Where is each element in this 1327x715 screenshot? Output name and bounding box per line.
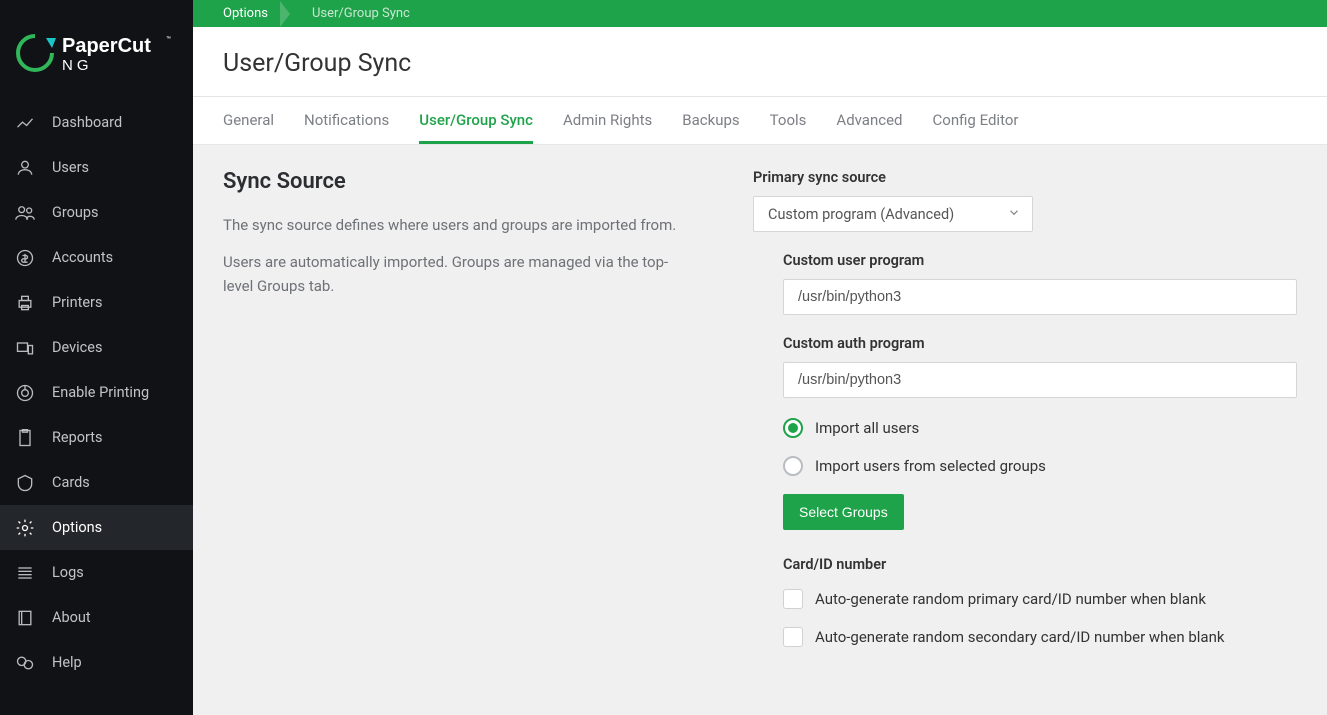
enable-printing-icon (12, 383, 38, 403)
tab-general[interactable]: General (223, 97, 274, 144)
svg-text:PaperCut: PaperCut (62, 35, 151, 57)
groups-icon (12, 203, 38, 223)
main-area: Options User/Group Sync User/Group Sync … (193, 0, 1327, 715)
brand-logo: PaperCut ™ NG (0, 0, 193, 100)
content-scroll[interactable]: Sync Source The sync source defines wher… (193, 145, 1327, 715)
sidebar-item-label: Help (52, 654, 82, 671)
sidebar-item-label: About (52, 609, 91, 626)
page-header: User/Group Sync (193, 27, 1327, 97)
custom-auth-program-label: Custom auth program (783, 335, 1297, 352)
sidebar-item-printers[interactable]: Printers (0, 280, 193, 325)
reports-icon (12, 428, 38, 448)
radio-icon (783, 418, 803, 438)
sidebar-item-options[interactable]: Options (0, 505, 193, 550)
tabbar: General Notifications User/Group Sync Ad… (193, 97, 1327, 145)
primary-sync-source-value: Custom program (Advanced) (768, 206, 954, 223)
tab-admin-rights[interactable]: Admin Rights (563, 97, 652, 144)
tab-notifications[interactable]: Notifications (304, 97, 389, 144)
sidebar-item-label: Dashboard (52, 114, 122, 131)
help-icon (12, 653, 38, 673)
card-id-heading: Card/ID number (783, 556, 1297, 573)
svg-text:NG: NG (62, 57, 93, 74)
checkbox-auto-secondary-label: Auto-generate random secondary card/ID n… (815, 628, 1224, 646)
checkbox-auto-primary-label: Auto-generate random primary card/ID num… (815, 590, 1206, 608)
sidebar-item-label: Groups (52, 204, 99, 221)
user-icon (12, 158, 38, 178)
radio-icon (783, 456, 803, 476)
radio-import-all-label: Import all users (815, 419, 919, 437)
custom-user-program-input[interactable] (783, 279, 1297, 315)
accounts-icon (12, 248, 38, 268)
sidebar-item-label: Enable Printing (52, 384, 149, 401)
tab-tools[interactable]: Tools (770, 97, 807, 144)
section-title-sync-source: Sync Source (223, 169, 693, 194)
about-icon (12, 608, 38, 628)
svg-text:™: ™ (166, 35, 171, 44)
breadcrumb: Options User/Group Sync (193, 0, 1327, 27)
checkbox-auto-secondary[interactable]: Auto-generate random secondary card/ID n… (783, 627, 1297, 647)
sidebar-item-accounts[interactable]: Accounts (0, 235, 193, 280)
cards-icon (12, 473, 38, 493)
breadcrumb-current: User/Group Sync (292, 6, 416, 21)
sidebar-item-label: Accounts (52, 249, 113, 266)
options-icon (12, 518, 38, 538)
breadcrumb-root[interactable]: Options (223, 6, 274, 21)
section-description-col: Sync Source The sync source defines wher… (223, 169, 693, 665)
sidebar-item-help[interactable]: Help (0, 640, 193, 685)
breadcrumb-sep-icon (280, 1, 290, 27)
sidebar-item-about[interactable]: About (0, 595, 193, 640)
radio-import-selected[interactable]: Import users from selected groups (783, 456, 1297, 476)
sidebar-item-logs[interactable]: Logs (0, 550, 193, 595)
sidebar-item-label: Devices (52, 339, 102, 356)
sidebar-item-label: Users (52, 159, 89, 176)
section-desc-1: The sync source defines where users and … (223, 214, 693, 237)
tab-advanced[interactable]: Advanced (836, 97, 902, 144)
tab-user-group-sync[interactable]: User/Group Sync (419, 97, 533, 144)
sidebar-item-users[interactable]: Users (0, 145, 193, 190)
radio-import-all[interactable]: Import all users (783, 418, 1297, 438)
tab-config-editor[interactable]: Config Editor (933, 97, 1019, 144)
page-title: User/Group Sync (223, 49, 1297, 78)
sidebar-item-enable-printing[interactable]: Enable Printing (0, 370, 193, 415)
printers-icon (12, 293, 38, 313)
sidebar-item-label: Reports (52, 429, 103, 446)
sidebar-nav: Dashboard Users Groups Accounts Printers (0, 100, 193, 685)
radio-import-selected-label: Import users from selected groups (815, 457, 1046, 475)
sidebar-item-cards[interactable]: Cards (0, 460, 193, 505)
sidebar-item-reports[interactable]: Reports (0, 415, 193, 460)
devices-icon (12, 338, 38, 358)
select-groups-button[interactable]: Select Groups (783, 494, 904, 530)
checkbox-icon (783, 589, 803, 609)
checkbox-auto-primary[interactable]: Auto-generate random primary card/ID num… (783, 589, 1297, 609)
dashboard-icon (12, 113, 38, 133)
primary-sync-source-select[interactable]: Custom program (Advanced) (753, 196, 1033, 232)
section-form-col: Primary sync source Custom program (Adva… (753, 169, 1297, 665)
sidebar-item-label: Logs (52, 564, 84, 581)
checkbox-icon (783, 627, 803, 647)
primary-sync-source-label: Primary sync source (753, 169, 1297, 186)
logs-icon (12, 563, 38, 583)
sidebar-item-label: Cards (52, 474, 90, 491)
sidebar-item-groups[interactable]: Groups (0, 190, 193, 235)
section-desc-2: Users are automatically imported. Groups… (223, 251, 693, 298)
sidebar-item-dashboard[interactable]: Dashboard (0, 100, 193, 145)
sidebar-item-devices[interactable]: Devices (0, 325, 193, 370)
custom-user-program-label: Custom user program (783, 252, 1297, 269)
sidebar-item-label: Options (52, 519, 102, 536)
custom-auth-program-input[interactable] (783, 362, 1297, 398)
sidebar: PaperCut ™ NG Dashboard Users Groups (0, 0, 193, 715)
sidebar-item-label: Printers (52, 294, 102, 311)
tab-backups[interactable]: Backups (682, 97, 739, 144)
